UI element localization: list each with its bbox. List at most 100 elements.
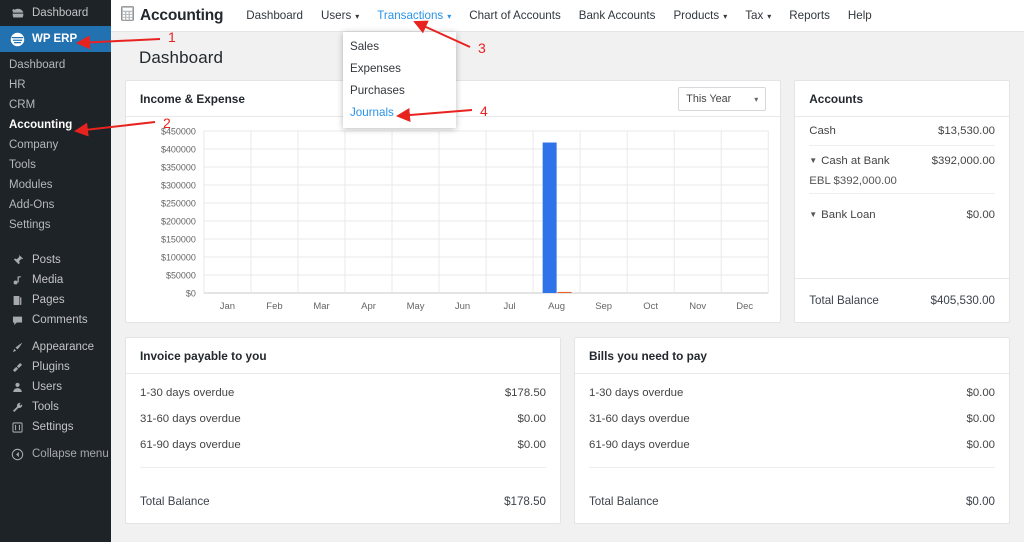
sidebar-item-plugins[interactable]: Plugins bbox=[0, 357, 111, 377]
account-row-bank-loan[interactable]: ▼ Bank Loan $0.00 bbox=[809, 200, 995, 229]
invoice-payable-total-row: Total Balance $178.50 bbox=[126, 479, 560, 523]
overdue-row: 31-60 days overdue $0.00 bbox=[589, 406, 995, 432]
dashboard-bottom-row: Invoice payable to you 1-30 days overdue… bbox=[125, 337, 1010, 524]
sidebar-item-media[interactable]: Media bbox=[0, 270, 111, 290]
overdue-row: 61-90 days overdue $0.00 bbox=[589, 432, 995, 458]
sidebar-item-appearance[interactable]: Appearance bbox=[0, 337, 111, 357]
invoice-payable-header: Invoice payable to you bbox=[126, 338, 560, 374]
svg-text:$350000: $350000 bbox=[161, 162, 196, 172]
account-row-cash-at-bank[interactable]: ▼ Cash at Bank $392,000.00 bbox=[809, 146, 995, 175]
dropdown-item-expenses[interactable]: Expenses bbox=[343, 58, 456, 80]
svg-text:Mar: Mar bbox=[313, 301, 329, 312]
nav-item-help[interactable]: Help bbox=[839, 0, 881, 32]
chevron-down-icon: ▾ bbox=[355, 13, 359, 21]
dropdown-item-sales[interactable]: Sales bbox=[343, 36, 456, 58]
sidebar-item-settings-erp[interactable]: Settings bbox=[0, 215, 111, 235]
dropdown-item-purchases[interactable]: Purchases bbox=[343, 80, 456, 102]
bills-to-pay-list: 1-30 days overdue $0.00 31-60 days overd… bbox=[575, 374, 1009, 479]
nav-item-tax[interactable]: Tax ▾ bbox=[736, 0, 780, 32]
bills-to-pay-total-row: Total Balance $0.00 bbox=[575, 479, 1009, 523]
browser-page: Dashboard WP ERP Dashboard HR CRM Accoun… bbox=[0, 0, 1024, 542]
sidebar-item-hr[interactable]: HR bbox=[0, 75, 111, 95]
sidebar-item-company[interactable]: Company bbox=[0, 135, 111, 155]
wperp-icon bbox=[9, 31, 26, 48]
period-select-value: This Year bbox=[686, 93, 731, 105]
dropdown-item-journals[interactable]: Journals bbox=[343, 102, 456, 124]
sidebar-divider-1 bbox=[0, 241, 111, 250]
account-value: $0.00 bbox=[966, 209, 995, 221]
overdue-label: 1-30 days overdue bbox=[589, 387, 683, 399]
wrench-icon bbox=[9, 399, 26, 416]
sidebar-item-pages[interactable]: Pages bbox=[0, 290, 111, 310]
nav-label: Users bbox=[321, 9, 351, 22]
account-sub-row-ebl: EBL $392,000.00 bbox=[809, 175, 995, 194]
triangle-down-icon[interactable]: ▼ bbox=[809, 210, 817, 219]
svg-text:Sep: Sep bbox=[595, 301, 612, 312]
sidebar-item-dashboard[interactable]: Dashboard bbox=[0, 0, 111, 26]
nav-label: Dashboard bbox=[246, 9, 303, 22]
nav-item-dashboard[interactable]: Dashboard bbox=[237, 0, 312, 32]
sidebar-item-label: Appearance bbox=[32, 337, 94, 357]
chevron-down-icon: ▾ bbox=[754, 96, 758, 104]
sidebar-divider-2 bbox=[0, 330, 111, 337]
nav-label: Reports bbox=[789, 9, 830, 22]
erp-top-navigation: Accounting Dashboard Users ▾ Transaction… bbox=[111, 0, 1024, 32]
nav-item-users[interactable]: Users ▾ bbox=[312, 0, 368, 32]
triangle-down-icon[interactable]: ▼ bbox=[809, 156, 817, 165]
svg-text:Nov: Nov bbox=[689, 301, 706, 312]
sidebar-item-posts[interactable]: Posts bbox=[0, 250, 111, 270]
nav-item-reports[interactable]: Reports bbox=[780, 0, 839, 32]
sidebar-item-modules[interactable]: Modules bbox=[0, 175, 111, 195]
svg-text:Jan: Jan bbox=[220, 301, 235, 312]
nav-label: Products bbox=[673, 9, 719, 22]
transactions-dropdown-menu: Sales Expenses Purchases Journals bbox=[343, 32, 456, 128]
nav-item-products[interactable]: Products ▾ bbox=[664, 0, 736, 32]
sidebar-item-users[interactable]: Users bbox=[0, 377, 111, 397]
dashboard-top-row: Income & Expense This Year ▾ $0$50000$10… bbox=[125, 80, 1010, 323]
erp-brand-title: Accounting bbox=[140, 7, 223, 25]
overdue-value: $0.00 bbox=[517, 413, 546, 425]
sidebar-item-label: Pages bbox=[32, 290, 65, 310]
erp-brand: Accounting bbox=[121, 6, 223, 26]
account-name: Bank Loan bbox=[821, 209, 875, 221]
total-value: $178.50 bbox=[504, 495, 546, 508]
account-name-wrap: ▼ Cash at Bank bbox=[809, 155, 889, 167]
sidebar-item-label: Users bbox=[32, 377, 62, 397]
total-label: Total Balance bbox=[140, 495, 210, 508]
overdue-row: 1-30 days overdue $178.50 bbox=[140, 380, 546, 406]
sliders-icon bbox=[9, 419, 26, 436]
sidebar-item-tools-erp[interactable]: Tools bbox=[0, 155, 111, 175]
overdue-value: $0.00 bbox=[966, 439, 995, 451]
bills-to-pay-title: Bills you need to pay bbox=[589, 349, 707, 363]
sidebar-item-crm[interactable]: CRM bbox=[0, 95, 111, 115]
overdue-value: $0.00 bbox=[966, 387, 995, 399]
period-select[interactable]: This Year ▾ bbox=[678, 87, 766, 111]
page-content: Dashboard Income & Expense This Year ▾ $… bbox=[111, 32, 1024, 542]
svg-text:$50000: $50000 bbox=[166, 270, 196, 280]
collapse-menu-button[interactable]: Collapse menu bbox=[0, 444, 111, 464]
sidebar-item-addons[interactable]: Add-Ons bbox=[0, 195, 111, 215]
sidebar-item-settings[interactable]: Settings bbox=[0, 417, 111, 437]
svg-text:Dec: Dec bbox=[736, 301, 753, 312]
nav-item-bank-accounts[interactable]: Bank Accounts bbox=[570, 0, 665, 32]
svg-text:Apr: Apr bbox=[361, 301, 376, 312]
sidebar-item-accounting[interactable]: Accounting bbox=[0, 115, 111, 135]
svg-text:Feb: Feb bbox=[266, 301, 282, 312]
nav-item-transactions[interactable]: Transactions ▾ bbox=[368, 0, 460, 32]
nav-item-chart-of-accounts[interactable]: Chart of Accounts bbox=[460, 0, 570, 32]
user-icon bbox=[9, 379, 26, 396]
wp-admin-sidebar: Dashboard WP ERP Dashboard HR CRM Accoun… bbox=[0, 0, 111, 542]
annotation-number-4: 4 bbox=[480, 103, 488, 119]
sidebar-item-wp-erp[interactable]: WP ERP bbox=[0, 26, 111, 52]
sidebar-item-comments[interactable]: Comments bbox=[0, 310, 111, 330]
nav-label: Help bbox=[848, 9, 872, 22]
svg-text:$0: $0 bbox=[186, 288, 196, 298]
sidebar-item-dashboard-sub[interactable]: Dashboard bbox=[0, 55, 111, 75]
svg-text:Jul: Jul bbox=[504, 301, 516, 312]
svg-text:$250000: $250000 bbox=[161, 198, 196, 208]
sidebar-item-tools[interactable]: Tools bbox=[0, 397, 111, 417]
account-row-cash: Cash $13,530.00 bbox=[809, 117, 995, 146]
accounts-header: Accounts bbox=[795, 81, 1009, 117]
divider bbox=[140, 467, 546, 468]
divider bbox=[589, 467, 995, 468]
